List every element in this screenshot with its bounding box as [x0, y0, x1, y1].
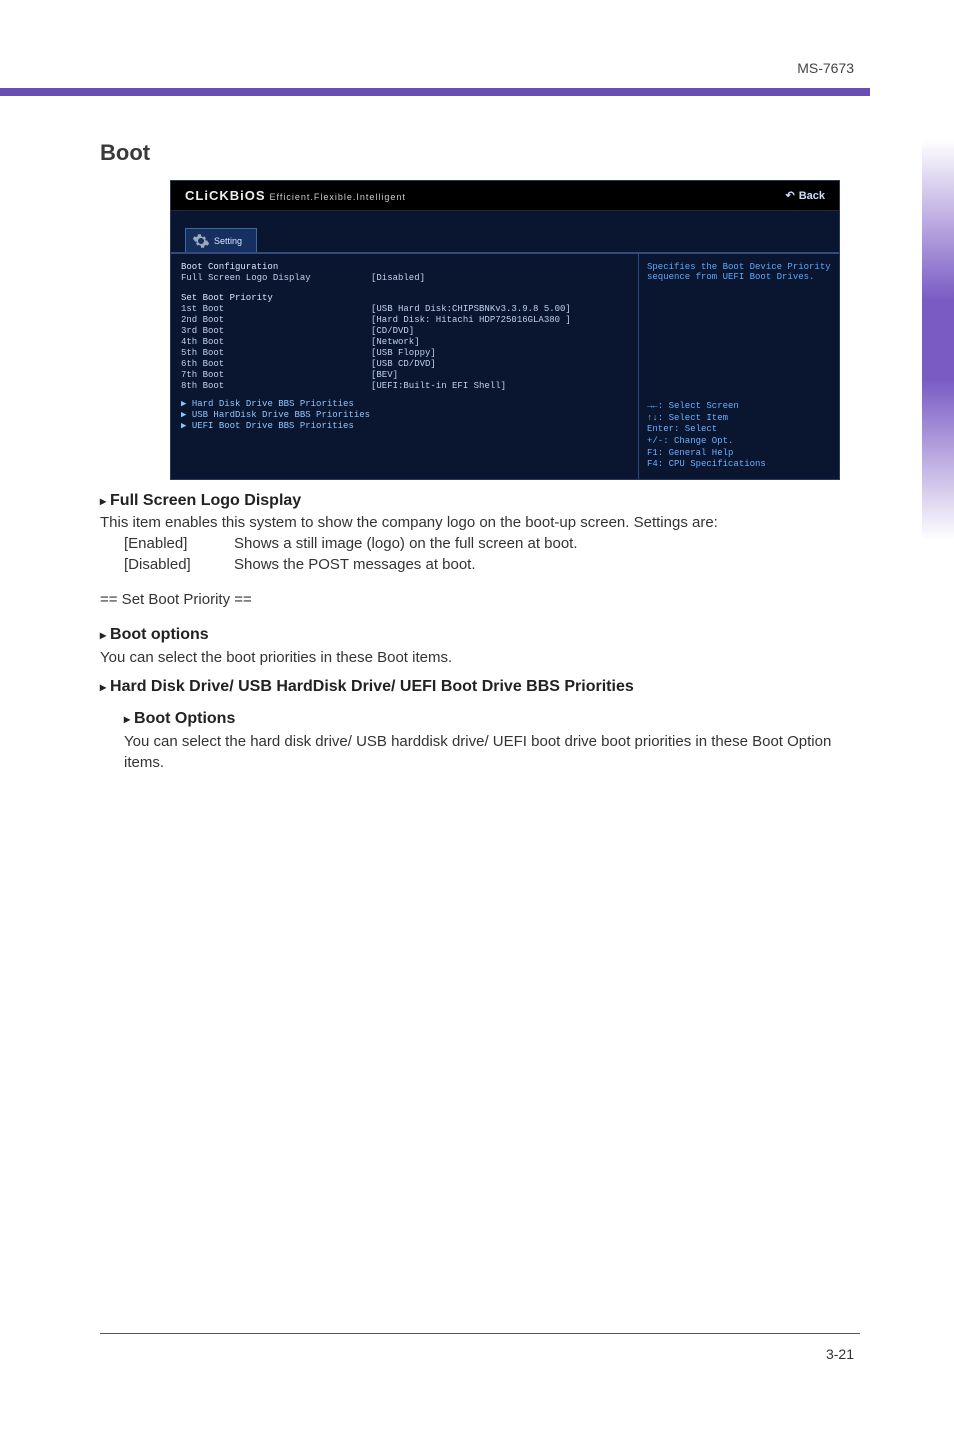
bios-help-panel: Specifies the Boot Device Priority seque…	[639, 254, 839, 479]
bios-bbs-link[interactable]: ▶ UEFI Boot Drive BBS Priorities	[181, 421, 354, 431]
item-sub-boot-options: Boot Options	[124, 708, 860, 730]
bios-fslogo-val: [Disabled]	[371, 273, 425, 283]
bios-back-label: Back	[799, 190, 825, 202]
disabled-key: [Disabled]	[124, 554, 234, 575]
bios-boot-row[interactable]: 8th Boot[UEFI:Built-in EFI Shell]	[181, 381, 628, 391]
enabled-val: Shows a still image (logo) on the full s…	[234, 533, 578, 554]
item-full-screen-logo: Full Screen Logo Display	[100, 490, 860, 512]
top-divider	[0, 88, 870, 96]
full-screen-desc: This item enables this system to show th…	[100, 512, 860, 533]
bios-boot-row[interactable]: 2nd Boot[Hard Disk: Hitachi HDP725016GLA…	[181, 315, 628, 325]
bios-nav-hints: →←: Select Screen ↑↓: Select Item Enter:…	[647, 401, 831, 471]
bios-tab-label: Setting	[214, 236, 242, 246]
bios-priority-head: Set Boot Priority	[181, 293, 371, 303]
enabled-key: [Enabled]	[124, 533, 234, 554]
boot-options-desc: You can select the boot priorities in th…	[100, 647, 860, 668]
bios-boot-row[interactable]: 3rd Boot[CD/DVD]	[181, 326, 628, 336]
bios-screenshot: CLiCKBiOS Efficient.Flexible.Intelligent…	[170, 180, 840, 480]
bios-boot-row[interactable]: 7th Boot[BEV]	[181, 370, 628, 380]
disabled-val: Shows the POST messages at boot.	[234, 554, 476, 575]
sub-boot-options-desc: You can select the hard disk drive/ USB …	[124, 731, 860, 773]
page-number: 3-21	[826, 1346, 854, 1362]
item-boot-options: Boot options	[100, 624, 860, 646]
bios-main-panel: Boot Configuration Full Screen Logo Disp…	[171, 254, 639, 479]
footer-divider	[100, 1333, 860, 1334]
chapter-side-tab: Chapter 3	[912, 0, 954, 1432]
bios-help-text: Specifies the Boot Device Priority seque…	[647, 262, 831, 401]
bios-setting-tab[interactable]: Setting	[185, 228, 257, 252]
bios-boot-row[interactable]: 6th Boot[USB CD/DVD]	[181, 359, 628, 369]
bios-full-screen-logo-row[interactable]: Full Screen Logo Display [Disabled]	[181, 273, 628, 283]
model-number: MS-7673	[797, 60, 854, 76]
bios-boot-config-head: Boot Configuration	[181, 262, 371, 272]
bios-boot-row[interactable]: 1st Boot[USB Hard Disk:CHIPSBNKv3.3.9.8 …	[181, 304, 628, 314]
gear-icon	[192, 232, 210, 250]
bios-fslogo-key: Full Screen Logo Display	[181, 273, 371, 283]
set-boot-priority-header: == Set Boot Priority ==	[100, 589, 860, 610]
bios-logo-text: CLiCKBiOS	[185, 188, 266, 203]
bios-back-button[interactable]: ↶ Back	[785, 189, 825, 202]
section-title: Boot	[100, 140, 860, 166]
item-bbs-priorities: Hard Disk Drive/ USB HardDisk Drive/ UEF…	[100, 676, 860, 698]
back-arrow-icon: ↶	[785, 189, 794, 202]
bios-bbs-link[interactable]: ▶ Hard Disk Drive BBS Priorities	[181, 399, 354, 409]
bios-boot-row[interactable]: 4th Boot[Network]	[181, 337, 628, 347]
bios-bbs-link[interactable]: ▶ USB HardDisk Drive BBS Priorities	[181, 410, 370, 420]
bios-logo: CLiCKBiOS Efficient.Flexible.Intelligent	[185, 188, 406, 203]
bios-logo-tag: Efficient.Flexible.Intelligent	[270, 192, 406, 202]
bios-boot-row[interactable]: 5th Boot[USB Floppy]	[181, 348, 628, 358]
